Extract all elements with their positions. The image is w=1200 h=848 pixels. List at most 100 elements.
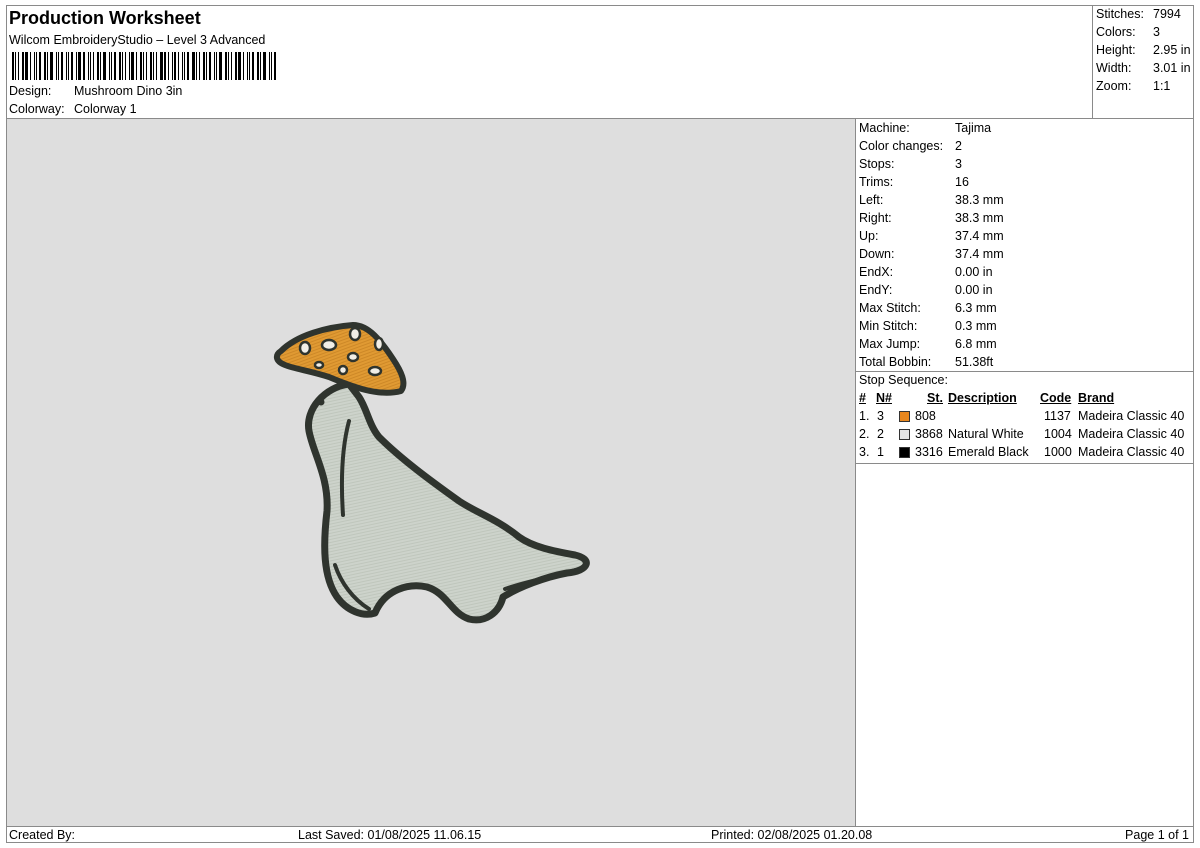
stop-stitches: 808 bbox=[915, 409, 936, 423]
barcode-bar bbox=[150, 52, 152, 80]
last-saved: Last Saved: 01/08/2025 11.06.15 bbox=[298, 828, 482, 842]
barcode-bar bbox=[140, 52, 142, 80]
summary-box: Stitches: 7994 Colors: 3 Height: 2.95 in Wi… bbox=[1092, 6, 1193, 119]
detail-label: Machine: bbox=[859, 121, 910, 135]
design-value: Mushroom Dino 3in bbox=[74, 84, 183, 98]
barcode-bar bbox=[83, 52, 85, 80]
barcode-bar bbox=[216, 52, 217, 80]
barcode-bar bbox=[172, 52, 173, 80]
barcode-bar bbox=[56, 52, 57, 80]
barcode-bar bbox=[71, 52, 73, 80]
detail-row: Total Bobbin: 51.38ft bbox=[859, 355, 993, 369]
detail-value: 6.3 mm bbox=[955, 301, 997, 315]
detail-value: 6.8 mm bbox=[955, 337, 997, 351]
barcode-bar bbox=[156, 52, 157, 80]
barcode-bar bbox=[50, 52, 53, 80]
detail-row: Down: 37.4 mm bbox=[859, 247, 1004, 261]
page-title: Production Worksheet bbox=[9, 8, 201, 28]
barcode-bar bbox=[103, 52, 106, 80]
stat-height: Height: 2.95 in bbox=[1096, 43, 1191, 57]
barcode-bar bbox=[153, 52, 154, 80]
col-brand: Brand bbox=[1078, 391, 1115, 405]
detail-value: 51.38ft bbox=[955, 355, 994, 369]
design-details: Machine: Tajima Color changes: 2 Stops: 3 Trim… bbox=[856, 119, 1193, 826]
barcode-bar bbox=[164, 52, 166, 80]
barcode-bar bbox=[100, 52, 101, 80]
barcode-bar bbox=[219, 52, 222, 80]
detail-label: Right: bbox=[859, 211, 892, 225]
barcode-bar bbox=[225, 52, 227, 80]
detail-label: EndX: bbox=[859, 265, 894, 279]
stop-code: 1137 bbox=[1044, 409, 1071, 423]
divider bbox=[856, 371, 1193, 372]
barcode-bar bbox=[78, 52, 81, 80]
detail-value: 2 bbox=[955, 139, 962, 153]
detail-label: Total Bobbin: bbox=[859, 355, 932, 369]
design-preview bbox=[7, 119, 856, 826]
design-row: Design: Mushroom Dino 3in bbox=[9, 84, 182, 98]
barcode-bar bbox=[66, 52, 67, 80]
stop-code: 1004 bbox=[1044, 427, 1072, 441]
barcode-bar bbox=[97, 52, 99, 80]
barcode-bar bbox=[131, 52, 134, 80]
stop-num: 2. bbox=[859, 427, 870, 441]
worksheet: Production Worksheet Wilcom EmbroiderySt… bbox=[6, 5, 1194, 843]
software-name: Wilcom EmbroideryStudio – Level 3 Advanc… bbox=[9, 33, 266, 47]
barcode-bar bbox=[199, 52, 200, 80]
detail-row: Left: 38.3 mm bbox=[859, 193, 1004, 207]
stop-brand: Madeira Classic 40 bbox=[1078, 409, 1185, 423]
barcode-bar bbox=[231, 52, 232, 80]
barcode-bar bbox=[93, 52, 94, 80]
detail-row: Up: 37.4 mm bbox=[859, 229, 1004, 243]
barcode-bar bbox=[228, 52, 229, 80]
barcode-bar bbox=[206, 52, 207, 80]
barcode-bar bbox=[44, 52, 46, 80]
barcode-bar bbox=[30, 52, 31, 80]
barcode-bar bbox=[36, 52, 37, 80]
stop-sequence-header: # N# St. Description Code Brand bbox=[859, 391, 1191, 408]
detail-value: 0.00 in bbox=[955, 283, 993, 297]
detail-row: Stops: 3 bbox=[859, 157, 962, 171]
detail-row: Machine: Tajima bbox=[859, 121, 991, 135]
barcode-bar bbox=[109, 52, 110, 80]
barcode-bar bbox=[274, 52, 276, 80]
barcode-bar bbox=[119, 52, 121, 80]
col-code: Code bbox=[1040, 391, 1072, 405]
detail-label: EndY: bbox=[859, 283, 893, 297]
stop-num: 3. bbox=[859, 445, 870, 459]
stop-brand: Madeira Classic 40 bbox=[1078, 427, 1185, 441]
detail-label: Trims: bbox=[859, 175, 894, 189]
dino-figure bbox=[273, 322, 590, 624]
barcode-bar bbox=[174, 52, 176, 80]
barcode-bar bbox=[260, 52, 261, 80]
barcode-bar bbox=[143, 52, 144, 80]
col-description: Description bbox=[948, 391, 1017, 405]
barcode-bar bbox=[182, 52, 183, 80]
detail-value: 16 bbox=[955, 175, 969, 189]
barcode-bar bbox=[146, 52, 147, 80]
detail-row: Color changes: 2 bbox=[859, 139, 962, 153]
detail-label: Max Jump: bbox=[859, 337, 921, 351]
barcode-bar bbox=[160, 52, 163, 80]
barcode-bar bbox=[88, 52, 89, 80]
detail-value: 37.4 mm bbox=[955, 247, 1004, 261]
barcode-bar bbox=[129, 52, 130, 80]
barcode-bar bbox=[58, 52, 59, 80]
barcode-bar bbox=[238, 52, 241, 80]
stop-needle: 3 bbox=[877, 409, 884, 423]
barcode-bar bbox=[184, 52, 185, 80]
stat-zoom: Zoom: 1:1 bbox=[1096, 79, 1171, 93]
detail-row: Right: 38.3 mm bbox=[859, 211, 1004, 225]
colorway-label: Colorway: bbox=[9, 102, 65, 116]
thread-color-swatch bbox=[899, 429, 910, 440]
barcode-bar bbox=[203, 52, 205, 80]
barcode-bar bbox=[15, 52, 16, 80]
barcode-bar bbox=[235, 52, 237, 80]
header: Production Worksheet Wilcom EmbroiderySt… bbox=[7, 6, 1193, 119]
stop-code: 1000 bbox=[1044, 445, 1072, 459]
detail-value: Tajima bbox=[955, 121, 992, 135]
barcode-bar bbox=[192, 52, 195, 80]
thread-color-swatch bbox=[899, 411, 910, 422]
stop-row: 2. 2 3868 Natural White 1004 Madeira Classic … bbox=[859, 427, 1191, 444]
stop-description: Emerald Black bbox=[948, 445, 1029, 459]
